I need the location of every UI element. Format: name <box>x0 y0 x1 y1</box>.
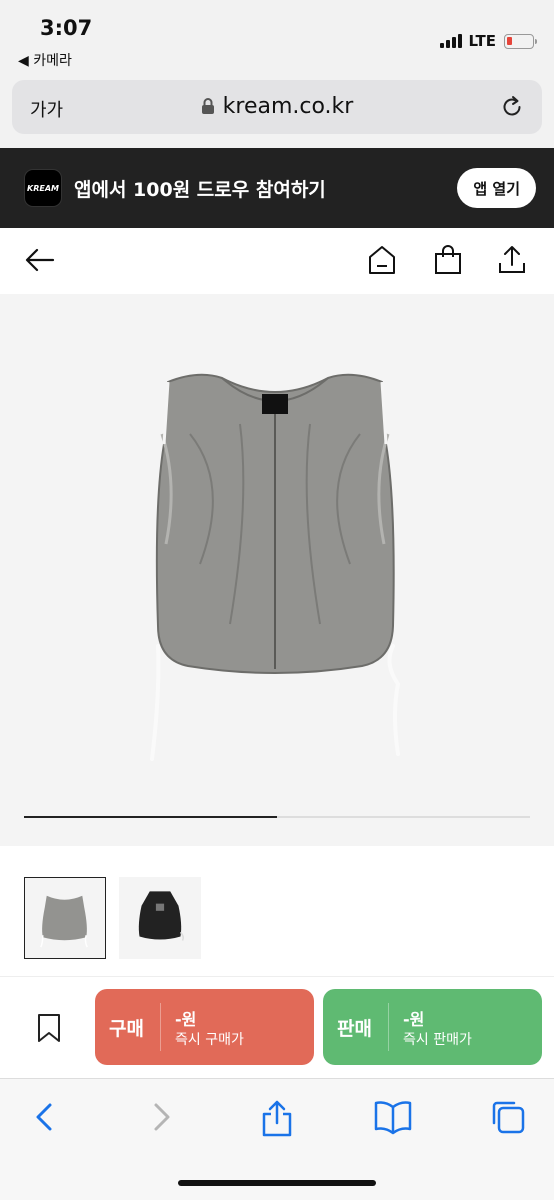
banner-text: 앱에서 100원 드로우 참여하기 <box>74 179 326 201</box>
browser-tabs-icon[interactable] <box>490 1099 526 1139</box>
url-display[interactable]: kream.co.kr <box>12 94 542 121</box>
browser-share-icon[interactable] <box>260 1099 294 1141</box>
sell-sublabel: 즉시 판매가 <box>403 1032 472 1048</box>
buy-price: -원 <box>175 1010 197 1029</box>
open-app-button[interactable]: 앱 열기 <box>457 168 536 208</box>
address-bar[interactable]: 가가 kream.co.kr <box>12 80 542 134</box>
buy-button[interactable]: 구매 -원 즉시 구매가 <box>95 989 314 1065</box>
bookmark-icon[interactable] <box>36 1013 62 1047</box>
browser-bookmarks-icon[interactable] <box>373 1099 413 1139</box>
browser-address-area: 가가 kream.co.kr <box>0 76 554 148</box>
back-to-camera-link[interactable]: ◀ 카메라 <box>18 50 72 70</box>
sell-divider <box>388 1003 389 1051</box>
home-icon[interactable] <box>366 244 398 280</box>
sell-button[interactable]: 판매 -원 즉시 판매가 <box>323 989 542 1065</box>
buy-label: 구매 <box>109 1018 144 1040</box>
signal-icon <box>440 34 463 48</box>
product-gallery[interactable] <box>0 294 554 846</box>
buy-divider <box>160 1003 161 1051</box>
gallery-progress-fill <box>24 816 277 818</box>
browser-forward-icon[interactable] <box>148 1099 176 1139</box>
network-label: LTE <box>468 32 496 50</box>
buy-sublabel: 즉시 구매가 <box>175 1032 244 1048</box>
sell-price: -원 <box>403 1010 425 1029</box>
sell-label: 판매 <box>337 1018 372 1040</box>
url-text: kream.co.kr <box>222 94 354 119</box>
home-indicator <box>178 1180 376 1186</box>
shopping-bag-icon[interactable] <box>432 244 464 280</box>
browser-back-icon[interactable] <box>30 1099 58 1139</box>
status-bar: 3:07 ◀ 카메라 LTE <box>0 0 554 76</box>
back-arrow-icon[interactable] <box>24 244 56 280</box>
battery-icon <box>504 33 537 49</box>
kream-logo: KREAM <box>24 169 62 207</box>
page-nav <box>0 228 554 294</box>
status-time: 3:07 <box>40 16 93 40</box>
thumbnail-2[interactable] <box>119 877 201 959</box>
thumbnail-1[interactable] <box>24 877 106 959</box>
lock-icon <box>201 96 215 121</box>
reload-icon[interactable] <box>500 94 524 124</box>
purchase-action-bar: 구매 -원 즉시 구매가 판매 -원 즉시 판매가 <box>0 976 554 1078</box>
thumbnail-strip <box>0 846 554 976</box>
gallery-progress <box>24 816 530 818</box>
product-image <box>130 364 420 778</box>
app-download-banner: KREAM 앱에서 100원 드로우 참여하기 앱 열기 <box>0 148 554 228</box>
share-icon[interactable] <box>496 244 528 280</box>
status-indicators: LTE <box>440 32 537 50</box>
